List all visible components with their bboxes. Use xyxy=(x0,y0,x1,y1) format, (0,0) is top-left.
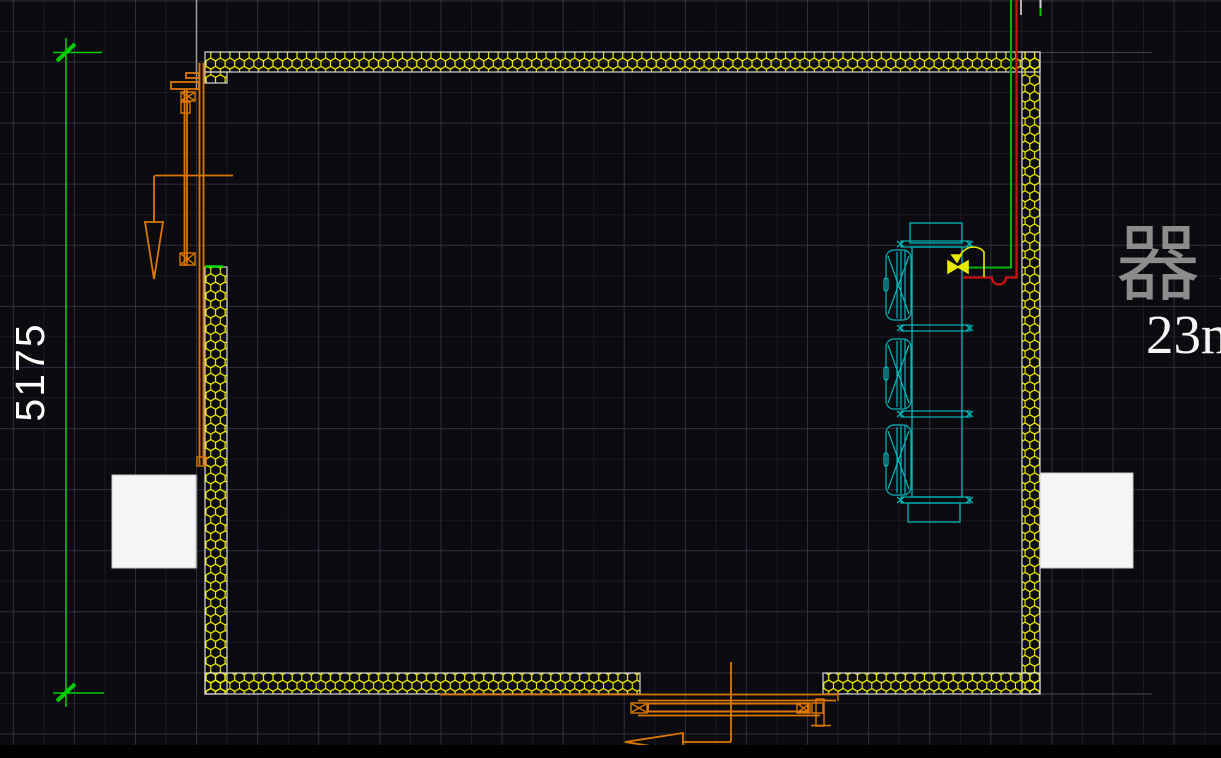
unit-top-cap[interactable] xyxy=(910,223,962,243)
door-roller-hardware-bottom xyxy=(631,692,838,726)
column-left[interactable] xyxy=(112,475,196,568)
wall-right[interactable] xyxy=(1022,52,1040,694)
column-right[interactable] xyxy=(1040,473,1133,568)
drawing-layer: 5175 器材 23m xyxy=(0,0,1221,758)
wall-left[interactable] xyxy=(205,267,227,694)
walls[interactable] xyxy=(205,52,1040,694)
room-name-label[interactable]: 器材 xyxy=(1116,215,1221,313)
fan-grille-3[interactable] xyxy=(884,425,911,495)
wall-bottom-left[interactable] xyxy=(205,673,640,694)
unit-bottom-cap[interactable] xyxy=(908,503,960,522)
door-leaf-bottom[interactable] xyxy=(648,704,808,712)
room-area-label[interactable]: 23m xyxy=(1146,304,1221,365)
cad-canvas[interactable]: 5175 器材 23m xyxy=(0,0,1221,758)
valve[interactable] xyxy=(948,247,984,277)
valve-body-right xyxy=(958,261,968,273)
canvas-bottom-edge xyxy=(0,745,1221,758)
door-leaf-left-inner[interactable] xyxy=(185,90,188,266)
door-top-bar xyxy=(171,82,199,89)
piping[interactable] xyxy=(948,0,1017,285)
door-direction-arrow-down xyxy=(145,222,163,279)
dimension-5175[interactable]: 5175 xyxy=(7,38,104,707)
columns[interactable] xyxy=(112,473,1133,568)
valve-pipe-arc xyxy=(960,247,984,277)
dimension-text[interactable]: 5175 xyxy=(7,322,53,421)
fan-grille-2[interactable] xyxy=(884,339,911,409)
pipe-supply-green[interactable] xyxy=(965,0,1011,268)
fan-grille-1[interactable] xyxy=(884,250,911,320)
wall-bottom-right[interactable] xyxy=(823,673,1040,694)
valve-actuator xyxy=(952,255,961,262)
construction-lines xyxy=(197,0,1153,694)
unit-body[interactable] xyxy=(912,247,962,497)
wall-top[interactable] xyxy=(205,52,1040,72)
pipe-return-red[interactable] xyxy=(963,0,1017,285)
door-leaf-left[interactable] xyxy=(200,63,204,465)
unit-flange-4 xyxy=(897,497,973,503)
wall-left-stub[interactable] xyxy=(205,72,227,83)
